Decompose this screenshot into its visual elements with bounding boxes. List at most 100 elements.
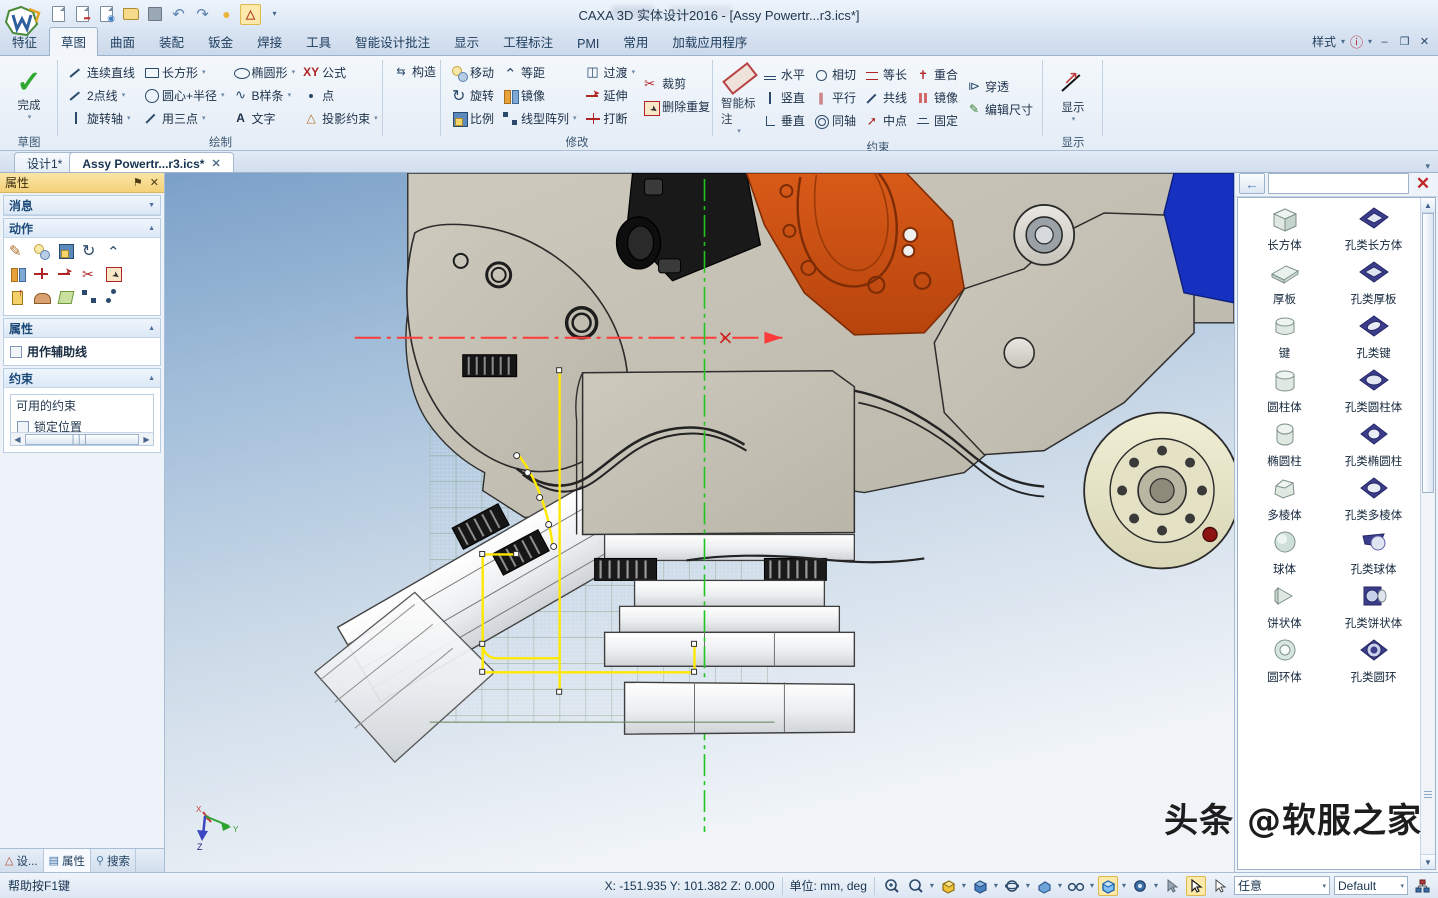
chevron-down-icon[interactable]: ▾ [127, 114, 131, 122]
pen-icon[interactable] [9, 242, 27, 260]
cmd-construction[interactable]: ⇆ 构造 [389, 60, 440, 82]
new-file-button[interactable] [48, 4, 69, 25]
left-tab-search[interactable]: ⚲ 搜索 [91, 849, 137, 872]
chevron-down-icon[interactable]: ▾ [374, 114, 378, 122]
library-item-hole-wedge[interactable]: 孔类饼状体 [1329, 582, 1418, 631]
auxiliary-line-checkbox-row[interactable]: 用作辅助线 [8, 341, 156, 362]
glasses-icon[interactable] [1066, 876, 1086, 896]
chevron-up-icon[interactable]: ▲ [148, 375, 155, 382]
library-item-hole-cylinder[interactable]: 孔类圆柱体 [1329, 366, 1418, 415]
library-item-torus[interactable]: 圆环体 [1240, 636, 1329, 685]
ribbon-tab-engineering-annotation[interactable]: 工程标注 [491, 27, 565, 56]
zoom-chevron-down-icon[interactable]: ▾ [930, 881, 934, 890]
cmd-fillet[interactable]: ◫ 过渡 ▾ [581, 61, 640, 83]
customize-quick-access-button[interactable]: ▾ [264, 4, 285, 25]
style-chevron-down-icon[interactable]: ▾ [1341, 37, 1345, 46]
ribbon-tab-common[interactable]: 常用 [611, 27, 660, 56]
library-item-key[interactable]: 键 [1240, 312, 1329, 361]
library-item-plate[interactable]: 厚板 [1240, 258, 1329, 307]
available-constraints-list[interactable]: 可用的约束 锁定位置 ◀ ▏▏▏ ▶ [10, 394, 154, 446]
pan-chevron-down-icon[interactable]: ▾ [1058, 881, 1062, 890]
ribbon-tab-surface[interactable]: 曲面 [98, 27, 147, 56]
minimize-button[interactable]: – [1377, 35, 1392, 48]
finish-sketch-chevron-down-icon[interactable]: ▾ [28, 113, 32, 121]
display-chevron-down-icon[interactable]: ▾ [1072, 115, 1076, 123]
redo-button[interactable]: ↷ [192, 4, 213, 25]
cmd-fix[interactable]: 固定 [911, 110, 962, 132]
library-item-box[interactable]: 长方体 [1240, 204, 1329, 253]
cmd-circle-center-radius[interactable]: 圆心+半径 ▾ [139, 84, 229, 106]
cad-model-canvas[interactable] [165, 173, 1234, 872]
cmd-continuous-line[interactable]: 连续直线 [64, 61, 139, 83]
design-tree-icon[interactable]: △ [240, 3, 261, 25]
ribbon-tab-welding[interactable]: 焊接 [245, 27, 294, 56]
chevron-down-icon[interactable]: ▾ [1400, 882, 1404, 890]
cmd-bspline[interactable]: ∿ B样条 ▾ [229, 84, 300, 106]
pan-icon[interactable] [1034, 876, 1054, 896]
cmd-ellipse[interactable]: 椭圆形 ▾ [229, 61, 300, 83]
chevron-up-icon[interactable]: ▲ [148, 225, 155, 232]
smartrender-chevron-down-icon[interactable]: ▾ [1122, 881, 1126, 890]
revolve-icon[interactable] [33, 288, 51, 306]
extrude-icon[interactable] [9, 287, 27, 306]
extend-icon[interactable] [57, 265, 75, 283]
cmd-parallel[interactable]: ∥ 平行 [809, 87, 860, 109]
network-icon[interactable] [1412, 876, 1432, 896]
cmd-point[interactable]: 点 [299, 84, 382, 106]
close-button[interactable]: ✕ [1417, 35, 1432, 48]
orbit-icon[interactable] [1002, 876, 1022, 896]
cmd-mirror[interactable]: 镜像 [498, 84, 581, 106]
cmd-midpoint[interactable]: ➚ 中点 [860, 110, 911, 132]
chevron-down-icon[interactable]: ▼ [148, 202, 155, 209]
section-constraints-header[interactable]: 约束 ▲ [4, 369, 160, 388]
cmd-equal-length[interactable]: 等长 [860, 64, 911, 86]
left-tab-properties[interactable]: ▤ 属性 [43, 849, 91, 872]
cmd-extend[interactable]: 延伸 [581, 84, 640, 106]
library-item-ellipse-cylinder[interactable]: 椭圆柱 [1240, 420, 1329, 469]
cmd-three-point-arc[interactable]: 用三点 ▾ [139, 107, 229, 129]
offset-icon[interactable] [105, 242, 123, 261]
chevron-down-icon[interactable]: ▾ [221, 91, 225, 99]
ribbon-tab-sketch[interactable]: 草图 [49, 27, 99, 56]
chevron-up-icon[interactable]: ▲ [148, 325, 155, 332]
cad-viewport[interactable]: X Y Z [165, 173, 1235, 872]
move-icon[interactable] [33, 242, 51, 260]
library-item-hole-ellipse-cylinder[interactable]: 孔类椭圆柱 [1329, 420, 1418, 469]
finish-sketch-button[interactable]: ✓ 完成 ▾ [6, 67, 52, 123]
scroll-down-icon[interactable]: ▼ [1421, 854, 1435, 869]
scale-icon[interactable] [57, 242, 75, 260]
cmd-edit-dimension[interactable]: ✎ 编辑尺寸 [962, 98, 1037, 120]
gear-icon[interactable] [1130, 876, 1150, 896]
viewcube-chevron-down-icon[interactable]: ▾ [994, 881, 998, 890]
style-menu-label[interactable]: 样式 [1312, 33, 1336, 50]
auxiliary-line-checkbox[interactable] [10, 345, 22, 358]
cmd-rotate[interactable]: 旋转 [447, 84, 498, 106]
cmd-move[interactable]: 移动 [447, 61, 498, 83]
render-chevron-down-icon[interactable]: ▾ [962, 881, 966, 890]
break-icon[interactable] [33, 265, 51, 283]
glasses-chevron-down-icon[interactable]: ▾ [1090, 881, 1094, 890]
cmd-two-point-line[interactable]: 2点线 ▾ [64, 84, 139, 106]
zoom-in-icon[interactable] [882, 876, 902, 896]
chevron-down-icon[interactable]: ▾ [1322, 882, 1326, 890]
chevron-down-icon[interactable]: ▾ [202, 68, 206, 76]
mirror-icon[interactable] [9, 265, 27, 283]
ribbon-tab-smart-annotation[interactable]: 智能设计批注 [343, 27, 442, 56]
clear-search-icon[interactable]: ✕ [1412, 174, 1434, 194]
cmd-text[interactable]: A 文字 [229, 107, 300, 129]
library-search-input[interactable] [1268, 173, 1409, 194]
ribbon-tab-addins[interactable]: 加载应用程序 [660, 27, 759, 56]
document-tab-overflow-chevron-icon[interactable]: ▾ [1425, 161, 1438, 172]
constraints-horizontal-scrollbar[interactable]: ◀ ▏▏▏ ▶ [11, 432, 153, 445]
cmd-offset[interactable]: 等距 [498, 61, 581, 83]
library-item-hole-plate[interactable]: 孔类厚板 [1329, 258, 1418, 307]
scroll-left-icon[interactable]: ◀ [11, 435, 24, 444]
cmd-projection-constraint[interactable]: △ 投影约束 ▾ [299, 107, 382, 129]
close-icon[interactable]: ✕ [211, 157, 220, 170]
chevron-down-icon[interactable]: ▾ [573, 114, 577, 122]
chevron-down-icon[interactable]: ▾ [122, 91, 126, 99]
pin-icon[interactable]: ⚑ [133, 176, 143, 189]
chevron-down-icon[interactable]: ▾ [288, 91, 292, 99]
arrow-select-icon[interactable] [1186, 875, 1206, 896]
cmd-scale[interactable]: 比例 [447, 107, 498, 129]
